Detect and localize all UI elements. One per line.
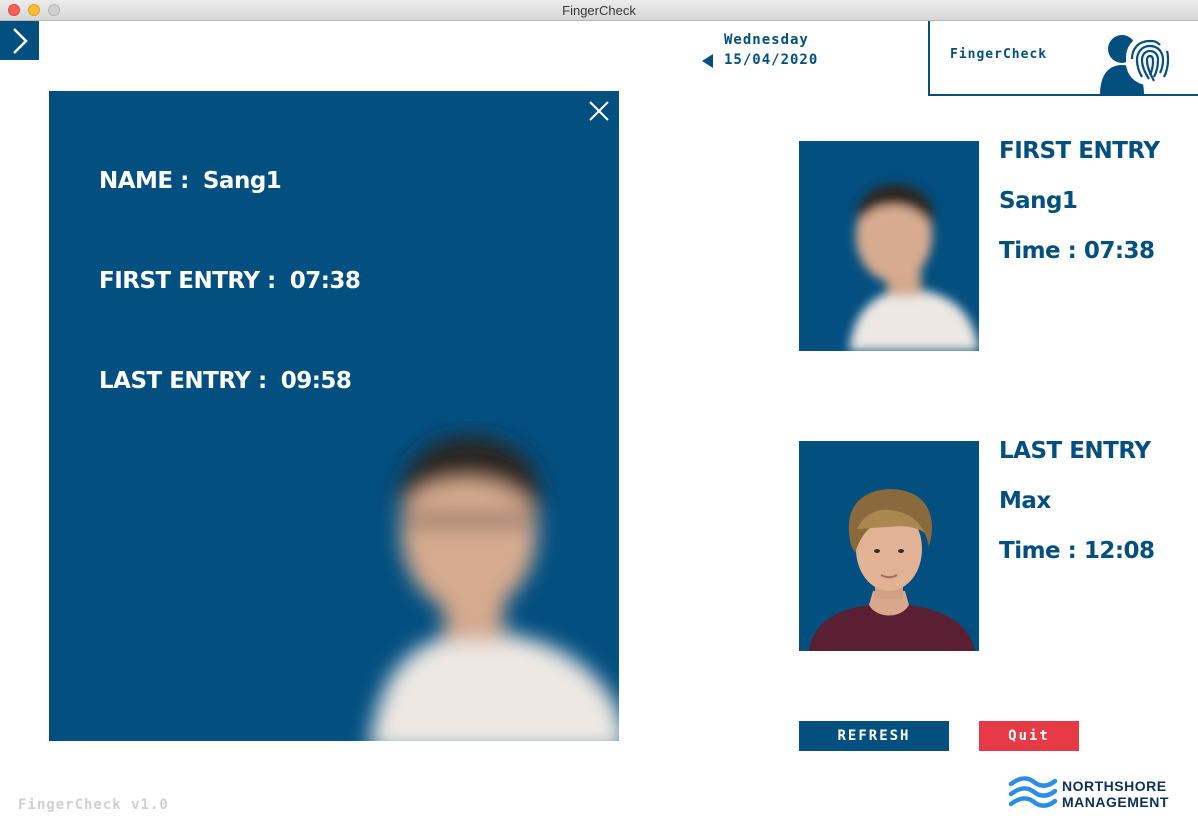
first-entry-label: FIRST ENTRY : [99, 268, 276, 294]
person-photo [370, 435, 619, 741]
last-entry-avatar [809, 489, 975, 651]
chevron-right-icon [12, 27, 28, 54]
brand-line-1: NORTHSHORE [1062, 778, 1167, 794]
close-icon[interactable] [587, 99, 611, 123]
app-name: FingerCheck [950, 47, 1048, 62]
first-entry-time: Time : 07:38 [999, 238, 1155, 264]
version-label: FingerCheck v1.0 [18, 797, 169, 813]
entry-detail-panel: NAME : Sang1 FIRST ENTRY : 07:38 LAST ENTR… [49, 91, 619, 741]
name-label: NAME : [99, 168, 189, 194]
detail-name-row: NAME : Sang1 [99, 168, 282, 194]
first-entry-avatar [849, 184, 979, 351]
brand-line-2: MANAGEMENT [1062, 794, 1169, 810]
caret-left-icon[interactable] [702, 54, 713, 68]
refresh-button[interactable]: REFRESH [799, 721, 949, 751]
sidebar-toggle-button[interactable] [0, 21, 39, 60]
window-titlebar: FingerCheck [0, 0, 1198, 21]
window-title: FingerCheck [562, 3, 636, 18]
quit-button[interactable]: Quit [979, 721, 1079, 751]
first-entry-value: 07:38 [289, 268, 361, 294]
last-entry-heading: LAST ENTRY [999, 438, 1151, 464]
last-entry-photo[interactable] [799, 441, 979, 651]
first-entry-name: Sang1 [999, 188, 1078, 214]
date-label: 15/04/2020 [724, 52, 819, 68]
fingerprint-person-icon [1100, 35, 1174, 95]
last-entry-label: LAST ENTRY : [99, 368, 267, 394]
brand-name: NORTHSHORE MANAGEMENT [1062, 778, 1169, 810]
last-entry-value: 09:58 [280, 368, 352, 394]
app-logo: FingerCheck [928, 21, 1198, 96]
detail-last-entry-row: LAST ENTRY : 09:58 [99, 368, 352, 394]
wave-logo-icon [1008, 776, 1058, 808]
weekday-label: Wednesday [724, 32, 809, 48]
last-entry-time: Time : 12:08 [999, 538, 1155, 564]
detail-first-entry-row: FIRST ENTRY : 07:38 [99, 268, 361, 294]
first-entry-photo[interactable] [799, 141, 979, 351]
first-entry-heading: FIRST ENTRY [999, 138, 1160, 164]
name-value: Sang1 [202, 168, 282, 194]
last-entry-name: Max [999, 488, 1051, 514]
